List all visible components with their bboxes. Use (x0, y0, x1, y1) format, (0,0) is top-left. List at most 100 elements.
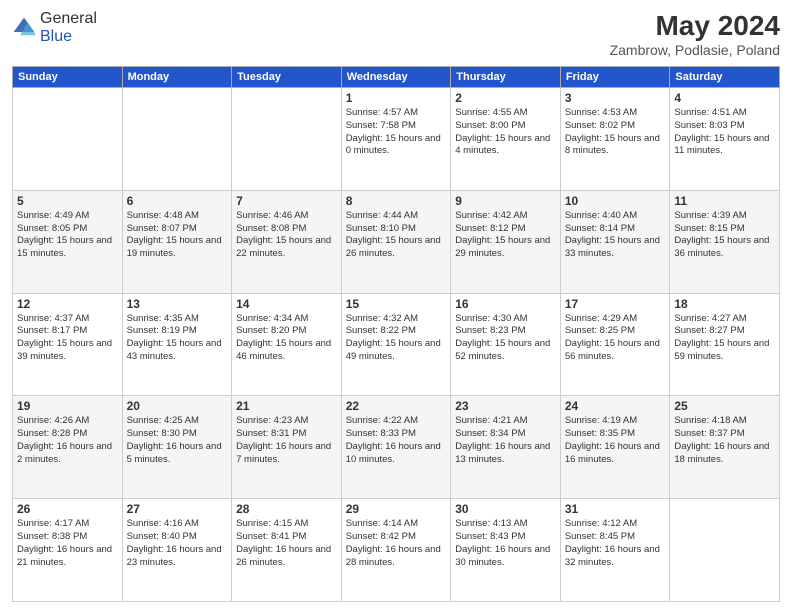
day-number: 12 (17, 297, 118, 311)
header: General Blue May 2024 Zambrow, Podlasie,… (12, 10, 780, 58)
col-monday: Monday (122, 67, 232, 88)
calendar-week-row: 26 Sunrise: 4:17 AM Sunset: 8:38 PM Dayli… (13, 499, 780, 602)
day-number: 11 (674, 194, 775, 208)
day-info: Sunrise: 4:40 AM Sunset: 8:14 PM Dayligh… (565, 210, 666, 261)
day-info: Sunrise: 4:55 AM Sunset: 8:00 PM Dayligh… (455, 107, 556, 158)
day-number: 18 (674, 297, 775, 311)
table-row: 14 Sunrise: 4:34 AM Sunset: 8:20 PM Dayli… (232, 293, 342, 396)
table-row: 9Sunrise: 4:42 AM Sunset: 8:12 PM Daylig… (451, 190, 561, 293)
calendar-week-row: 12 Sunrise: 4:37 AM Sunset: 8:17 PM Dayli… (13, 293, 780, 396)
day-info: Sunrise: 4:46 AM Sunset: 8:08 PM Dayligh… (236, 210, 337, 261)
logo-general: General (40, 10, 97, 27)
day-number: 22 (346, 399, 447, 413)
table-row: 15Sunrise: 4:32 AM Sunset: 8:22 PM Dayli… (341, 293, 451, 396)
title-block: May 2024 Zambrow, Podlasie, Poland (610, 10, 780, 58)
table-row (232, 88, 342, 191)
day-info: Sunrise: 4:48 AM Sunset: 8:07 PM Dayligh… (127, 210, 228, 261)
day-number: 31 (565, 502, 666, 516)
table-row: 31 Sunrise: 4:12 AM Sunset: 8:45 PM Dayli… (560, 499, 670, 602)
table-row: 26 Sunrise: 4:17 AM Sunset: 8:38 PM Dayli… (13, 499, 123, 602)
table-row: 19 Sunrise: 4:26 AM Sunset: 8:28 PM Dayli… (13, 396, 123, 499)
day-number: 7 (236, 194, 337, 208)
table-row: 24 Sunrise: 4:19 AM Sunset: 8:35 PM Dayli… (560, 396, 670, 499)
table-row: 30 Sunrise: 4:13 AM Sunset: 8:43 PM Dayli… (451, 499, 561, 602)
day-info: Sunrise: 4:21 AM Sunset: 8:34 PM Dayligh… (455, 415, 556, 466)
table-row: 27 Sunrise: 4:16 AM Sunset: 8:40 PM Dayli… (122, 499, 232, 602)
day-number: 29 (346, 502, 447, 516)
day-number: 14 (236, 297, 337, 311)
table-row: 7 Sunrise: 4:46 AM Sunset: 8:08 PM Daylig… (232, 190, 342, 293)
day-number: 26 (17, 502, 118, 516)
day-info: Sunrise: 4:32 AM Sunset: 8:22 PM Dayligh… (346, 313, 447, 364)
day-info: Sunrise: 4:13 AM Sunset: 8:43 PM Dayligh… (455, 518, 556, 569)
day-info: Sunrise: 4:37 AM Sunset: 8:17 PM Dayligh… (17, 313, 118, 364)
day-info: Sunrise: 4:15 AM Sunset: 8:41 PM Dayligh… (236, 518, 337, 569)
day-info: Sunrise: 4:18 AM Sunset: 8:37 PM Dayligh… (674, 415, 775, 466)
table-row: 2 Sunrise: 4:55 AM Sunset: 8:00 PM Daylig… (451, 88, 561, 191)
col-friday: Friday (560, 67, 670, 88)
day-info: Sunrise: 4:29 AM Sunset: 8:25 PM Dayligh… (565, 313, 666, 364)
table-row: 16 Sunrise: 4:30 AM Sunset: 8:23 PM Dayli… (451, 293, 561, 396)
table-row (13, 88, 123, 191)
day-info: Sunrise: 4:27 AM Sunset: 8:27 PM Dayligh… (674, 313, 775, 364)
logo-text: General Blue (40, 10, 97, 46)
day-info: Sunrise: 4:17 AM Sunset: 8:38 PM Dayligh… (17, 518, 118, 569)
col-thursday: Thursday (451, 67, 561, 88)
day-number: 2 (455, 91, 556, 105)
calendar-week-row: 1 Sunrise: 4:57 AM Sunset: 7:58 PM Daylig… (13, 88, 780, 191)
table-row: 25 Sunrise: 4:18 AM Sunset: 8:37 PM Dayli… (670, 396, 780, 499)
col-sunday: Sunday (13, 67, 123, 88)
table-row: 23 Sunrise: 4:21 AM Sunset: 8:34 PM Dayli… (451, 396, 561, 499)
day-info: Sunrise: 4:25 AM Sunset: 8:30 PM Dayligh… (127, 415, 228, 466)
day-number: 16 (455, 297, 556, 311)
day-info: Sunrise: 4:35 AM Sunset: 8:19 PM Dayligh… (127, 313, 228, 364)
day-number: 8 (346, 194, 447, 208)
logo-icon (12, 16, 36, 40)
day-info: Sunrise: 4:30 AM Sunset: 8:23 PM Dayligh… (455, 313, 556, 364)
day-number: 27 (127, 502, 228, 516)
day-number: 28 (236, 502, 337, 516)
day-info: Sunrise: 4:51 AM Sunset: 8:03 PM Dayligh… (674, 107, 775, 158)
table-row: 4 Sunrise: 4:51 AM Sunset: 8:03 PM Daylig… (670, 88, 780, 191)
table-row: 13 Sunrise: 4:35 AM Sunset: 8:19 PM Dayli… (122, 293, 232, 396)
day-number: 21 (236, 399, 337, 413)
table-row: 8Sunrise: 4:44 AM Sunset: 8:10 PM Daylig… (341, 190, 451, 293)
day-number: 4 (674, 91, 775, 105)
day-info: Sunrise: 4:53 AM Sunset: 8:02 PM Dayligh… (565, 107, 666, 158)
table-row (670, 499, 780, 602)
calendar-header-row: Sunday Monday Tuesday Wednesday Thursday… (13, 67, 780, 88)
day-info: Sunrise: 4:12 AM Sunset: 8:45 PM Dayligh… (565, 518, 666, 569)
day-info: Sunrise: 4:19 AM Sunset: 8:35 PM Dayligh… (565, 415, 666, 466)
table-row: 3 Sunrise: 4:53 AM Sunset: 8:02 PM Daylig… (560, 88, 670, 191)
day-number: 6 (127, 194, 228, 208)
logo-blue: Blue (40, 28, 72, 45)
day-number: 1 (346, 91, 447, 105)
day-number: 24 (565, 399, 666, 413)
calendar-week-row: 5Sunrise: 4:49 AM Sunset: 8:05 PM Daylig… (13, 190, 780, 293)
day-info: Sunrise: 4:26 AM Sunset: 8:28 PM Dayligh… (17, 415, 118, 466)
day-info: Sunrise: 4:23 AM Sunset: 8:31 PM Dayligh… (236, 415, 337, 466)
day-number: 19 (17, 399, 118, 413)
logo: General Blue (12, 10, 97, 46)
day-number: 20 (127, 399, 228, 413)
day-info: Sunrise: 4:42 AM Sunset: 8:12 PM Dayligh… (455, 210, 556, 261)
day-info: Sunrise: 4:34 AM Sunset: 8:20 PM Dayligh… (236, 313, 337, 364)
table-row: 21 Sunrise: 4:23 AM Sunset: 8:31 PM Dayli… (232, 396, 342, 499)
day-info: Sunrise: 4:22 AM Sunset: 8:33 PM Dayligh… (346, 415, 447, 466)
day-number: 3 (565, 91, 666, 105)
table-row: 28 Sunrise: 4:15 AM Sunset: 8:41 PM Dayli… (232, 499, 342, 602)
day-info: Sunrise: 4:16 AM Sunset: 8:40 PM Dayligh… (127, 518, 228, 569)
table-row: 29Sunrise: 4:14 AM Sunset: 8:42 PM Dayli… (341, 499, 451, 602)
day-number: 13 (127, 297, 228, 311)
table-row: 5Sunrise: 4:49 AM Sunset: 8:05 PM Daylig… (13, 190, 123, 293)
day-number: 30 (455, 502, 556, 516)
page: General Blue May 2024 Zambrow, Podlasie,… (0, 0, 792, 612)
table-row: 10 Sunrise: 4:40 AM Sunset: 8:14 PM Dayli… (560, 190, 670, 293)
table-row: 11Sunrise: 4:39 AM Sunset: 8:15 PM Dayli… (670, 190, 780, 293)
table-row: 17Sunrise: 4:29 AM Sunset: 8:25 PM Dayli… (560, 293, 670, 396)
day-number: 25 (674, 399, 775, 413)
day-info: Sunrise: 4:49 AM Sunset: 8:05 PM Dayligh… (17, 210, 118, 261)
day-info: Sunrise: 4:57 AM Sunset: 7:58 PM Dayligh… (346, 107, 447, 158)
day-number: 10 (565, 194, 666, 208)
day-number: 23 (455, 399, 556, 413)
